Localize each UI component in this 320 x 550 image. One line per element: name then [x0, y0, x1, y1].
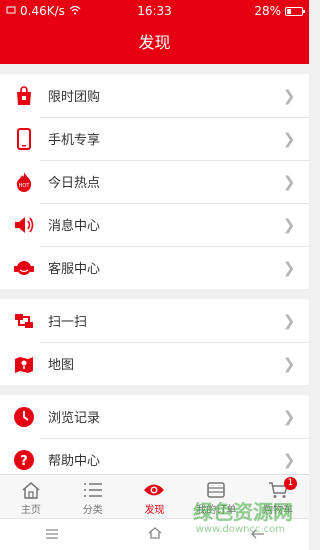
eye-icon: [124, 479, 186, 501]
menu-item-help[interactable]: ? 帮助中心 ❯: [0, 438, 309, 474]
menu-item-label: 浏览记录: [48, 411, 101, 426]
battery-percent: 28%: [254, 4, 281, 18]
discover-list: 限时团购 ❯ 手机专享 ❯ HOT 今日热点 ❯ 消息中心 ❯ 客服中心 ❯ 扫…: [0, 64, 309, 474]
help-icon: ?: [12, 448, 36, 472]
status-bar: 0.46K/s 16:33 28%: [0, 0, 309, 22]
home-button-icon[interactable]: [148, 526, 162, 543]
home-icon: [0, 479, 62, 501]
menu-item-label: 今日热点: [48, 176, 101, 191]
tab-home[interactable]: 主页: [0, 475, 62, 518]
svg-text:HOT: HOT: [19, 183, 31, 189]
menu-item-hot-today[interactable]: HOT 今日热点 ❯: [0, 160, 309, 203]
menu-item-label: 帮助中心: [48, 454, 101, 469]
watermark-url: www.downcc.com: [195, 524, 285, 535]
cart-badge: 1: [283, 477, 297, 490]
menu-item-label: 客服中心: [48, 262, 101, 277]
tab-label: 分类: [82, 505, 103, 516]
clock-icon: [12, 405, 36, 429]
menu-icon[interactable]: [45, 527, 59, 543]
svg-text:?: ?: [20, 454, 28, 469]
chevron-right-icon: ❯: [282, 354, 296, 373]
page-title: 发现: [0, 22, 309, 64]
map-icon: [12, 352, 36, 376]
battery-icon: [285, 6, 305, 16]
chevron-right-icon: ❯: [282, 450, 296, 469]
chevron-right-icon: ❯: [282, 311, 296, 330]
watermark-logo: 绿色资源网: [193, 500, 293, 524]
group-tools: 扫一扫 ❯ 地图 ❯: [0, 299, 309, 385]
menu-item-messages[interactable]: 消息中心 ❯: [0, 203, 309, 246]
phone-icon: [12, 127, 36, 151]
shopping-bag-icon: [12, 84, 36, 108]
chevron-right-icon: ❯: [282, 129, 296, 148]
menu-item-map[interactable]: 地图 ❯: [0, 342, 309, 385]
menu-item-label: 手机专享: [48, 133, 101, 148]
group-misc: 浏览记录 ❯ ? 帮助中心 ❯: [0, 395, 309, 474]
tab-label: 发现: [144, 505, 165, 516]
menu-item-scan[interactable]: 扫一扫 ❯: [0, 299, 309, 342]
speaker-icon: [12, 213, 36, 237]
chevron-right-icon: ❯: [282, 258, 296, 277]
menu-item-label: 地图: [48, 358, 75, 373]
fire-icon: HOT: [12, 170, 36, 194]
menu-item-mobile-exclusive[interactable]: 手机专享 ❯: [0, 117, 309, 160]
list-icon: [62, 479, 124, 501]
menu-item-label: 消息中心: [48, 219, 101, 234]
menu-item-customer-service[interactable]: 客服中心 ❯: [0, 246, 309, 289]
scan-icon: [12, 309, 36, 333]
menu-item-label: 扫一扫: [48, 315, 88, 330]
headset-icon: [12, 256, 36, 280]
chevron-right-icon: ❯: [282, 172, 296, 191]
tab-label: 主页: [20, 505, 41, 516]
group-promotions: 限时团购 ❯ 手机专享 ❯ HOT 今日热点 ❯ 消息中心 ❯ 客服中心 ❯: [0, 74, 309, 289]
tab-category[interactable]: 分类: [62, 475, 124, 518]
menu-item-label: 限时团购: [48, 90, 101, 105]
menu-item-history[interactable]: 浏览记录 ❯: [0, 395, 309, 438]
chevron-right-icon: ❯: [282, 215, 296, 234]
tab-discover[interactable]: 发现: [124, 475, 186, 518]
chevron-right-icon: ❯: [282, 407, 296, 426]
menu-item-flash-sale[interactable]: 限时团购 ❯: [0, 74, 309, 117]
chevron-right-icon: ❯: [282, 86, 296, 105]
